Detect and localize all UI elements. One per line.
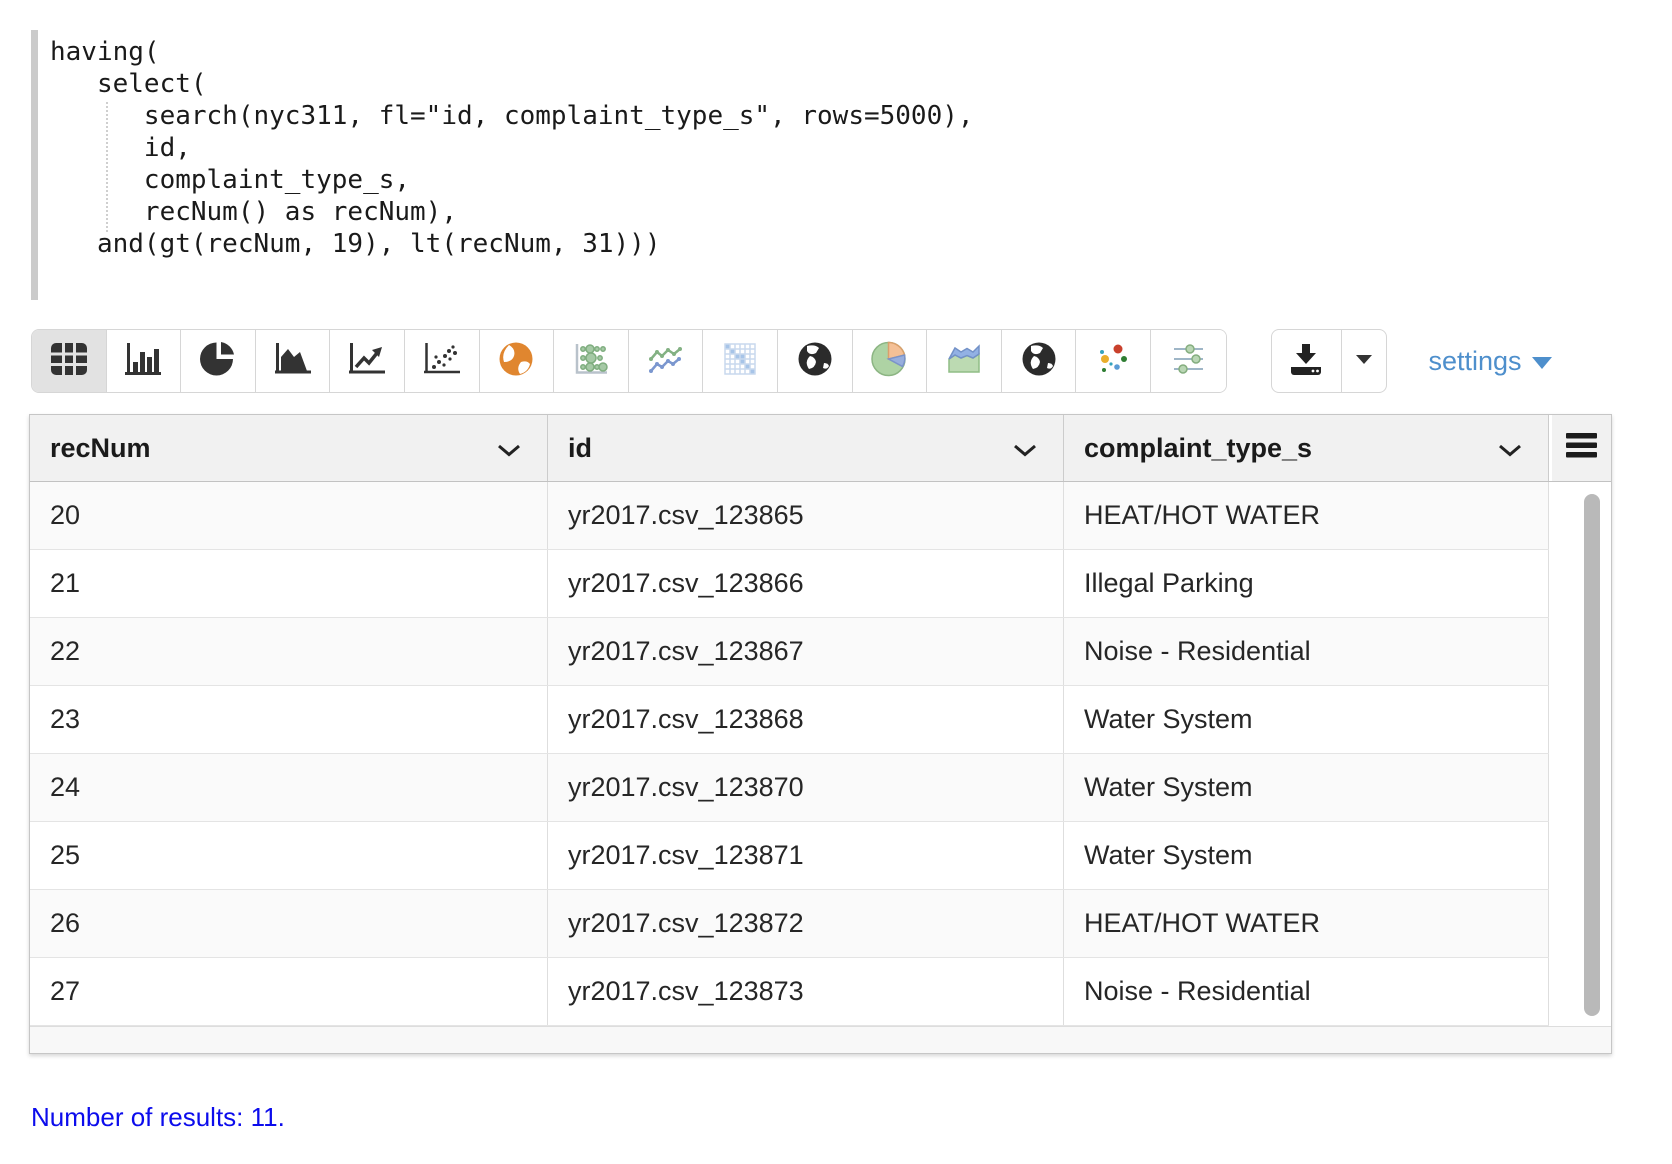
- viz-map-globe-orange-button[interactable]: [480, 330, 555, 392]
- viz-area-chart-button[interactable]: [256, 330, 331, 392]
- cell-recnum: 22: [30, 618, 548, 685]
- scatter-color-icon: [1093, 340, 1133, 383]
- area-chart-color-icon: [944, 340, 984, 383]
- chevron-down-icon[interactable]: [1498, 433, 1522, 464]
- settings-link[interactable]: settings: [1429, 346, 1552, 377]
- cell-complaint-type: Water System: [1064, 822, 1549, 889]
- table-row: 26 yr2017.csv_123872 HEAT/HOT WATER: [30, 890, 1549, 958]
- cell-id: yr2017.csv_123872: [548, 890, 1064, 957]
- column-label: complaint_type_s: [1084, 433, 1312, 464]
- viz-parallel-coordinates-button[interactable]: [1151, 330, 1226, 392]
- table-row: 27 yr2017.csv_123873 Noise - Residential: [30, 958, 1549, 1026]
- viz-table-button[interactable]: [32, 330, 107, 392]
- cell-recnum: 25: [30, 822, 548, 889]
- pie-chart-color-icon: [869, 339, 909, 384]
- table-row: 23 yr2017.csv_123868 Water System: [30, 686, 1549, 754]
- cell-recnum: 27: [30, 958, 548, 1025]
- cell-complaint-type: HEAT/HOT WATER: [1064, 482, 1549, 549]
- download-options-button[interactable]: [1342, 330, 1386, 392]
- horizontal-scroll-area: [30, 1026, 1611, 1053]
- table-row: 22 yr2017.csv_123867 Noise - Residential: [30, 618, 1549, 686]
- cell-id: yr2017.csv_123867: [548, 618, 1064, 685]
- table-row: 20 yr2017.csv_123865 HEAT/HOT WATER: [30, 482, 1549, 550]
- settings-label: settings: [1429, 346, 1522, 377]
- column-label: id: [568, 433, 592, 464]
- vertical-scrollbar[interactable]: [1549, 482, 1611, 1026]
- multi-line-chart-icon: [646, 340, 686, 383]
- viz-scatter-plot-button[interactable]: [405, 330, 480, 392]
- viz-globe-dark-button-2[interactable]: [1002, 330, 1077, 392]
- cell-complaint-type: Water System: [1064, 754, 1549, 821]
- download-icon: [1287, 342, 1325, 381]
- viz-bubble-matrix-button[interactable]: [554, 330, 629, 392]
- query-code[interactable]: having( select( search(nyc311, fl="id, c…: [50, 36, 974, 260]
- viz-multi-line-chart-button[interactable]: [629, 330, 704, 392]
- cell-complaint-type: Water System: [1064, 686, 1549, 753]
- query-editor[interactable]: having( select( search(nyc311, fl="id, c…: [31, 30, 988, 300]
- cell-complaint-type: Noise - Residential: [1064, 958, 1549, 1025]
- cell-complaint-type: Noise - Residential: [1064, 618, 1549, 685]
- scrollbar-thumb[interactable]: [1584, 494, 1600, 1016]
- chevron-down-icon[interactable]: [1013, 433, 1037, 464]
- cell-recnum: 21: [30, 550, 548, 617]
- globe-dark-icon: [1020, 340, 1058, 383]
- hamburger-menu-icon: [1566, 433, 1597, 463]
- area-chart-icon: [273, 340, 313, 383]
- cell-recnum: 23: [30, 686, 548, 753]
- cell-id: yr2017.csv_123871: [548, 822, 1064, 889]
- cell-id: yr2017.csv_123870: [548, 754, 1064, 821]
- cell-recnum: 26: [30, 890, 548, 957]
- scatter-plot-icon: [422, 340, 462, 383]
- table-header-row: recNum id complaint_type_s: [30, 415, 1611, 482]
- cell-id: yr2017.csv_123866: [548, 550, 1064, 617]
- download-button-group: [1271, 329, 1387, 393]
- viz-globe-dark-button-1[interactable]: [778, 330, 853, 392]
- table-body: 20 yr2017.csv_123865 HEAT/HOT WATER 21 y…: [30, 482, 1611, 1026]
- viz-heatmap-button[interactable]: [703, 330, 778, 392]
- parallel-coordinates-icon: [1168, 340, 1208, 383]
- table-row: 25 yr2017.csv_123871 Water System: [30, 822, 1549, 890]
- table-icon: [50, 342, 88, 381]
- table-row: 21 yr2017.csv_123866 Illegal Parking: [30, 550, 1549, 618]
- cell-complaint-type: HEAT/HOT WATER: [1064, 890, 1549, 957]
- viz-scatter-color-button[interactable]: [1076, 330, 1151, 392]
- line-chart-icon: [347, 340, 387, 383]
- result-table: recNum id complaint_type_s 20 yr2017.csv…: [29, 414, 1612, 1054]
- cell-id: yr2017.csv_123865: [548, 482, 1064, 549]
- cell-recnum: 20: [30, 482, 548, 549]
- pie-chart-icon: [198, 339, 238, 384]
- column-header-complaint-type[interactable]: complaint_type_s: [1064, 415, 1549, 481]
- table-rows: 20 yr2017.csv_123865 HEAT/HOT WATER 21 y…: [30, 482, 1549, 1026]
- indent-guide: [106, 102, 108, 232]
- visualization-toolbar: settings: [31, 329, 1552, 393]
- column-menu-button[interactable]: [1549, 415, 1611, 481]
- bar-chart-icon: [123, 340, 163, 383]
- column-header-recnum[interactable]: recNum: [30, 415, 548, 481]
- globe-orange-icon: [497, 340, 535, 383]
- column-header-id[interactable]: id: [548, 415, 1064, 481]
- settings-caret-icon: [1532, 357, 1552, 369]
- cell-complaint-type: Illegal Parking: [1064, 550, 1549, 617]
- cell-id: yr2017.csv_123868: [548, 686, 1064, 753]
- globe-dark-icon: [796, 340, 834, 383]
- cell-id: yr2017.csv_123873: [548, 958, 1064, 1025]
- viz-bar-chart-button[interactable]: [107, 330, 182, 392]
- viz-pie-chart-color-button[interactable]: [853, 330, 928, 392]
- viz-button-group: [31, 329, 1227, 393]
- chevron-down-icon[interactable]: [497, 433, 521, 464]
- viz-pie-chart-button[interactable]: [181, 330, 256, 392]
- viz-area-chart-color-button[interactable]: [927, 330, 1002, 392]
- results-count: Number of results: 11.: [31, 1102, 285, 1133]
- cell-recnum: 24: [30, 754, 548, 821]
- column-label: recNum: [50, 433, 151, 464]
- bubble-matrix-icon: [571, 340, 611, 383]
- download-button[interactable]: [1272, 330, 1342, 392]
- table-row: 24 yr2017.csv_123870 Water System: [30, 754, 1549, 822]
- heatmap-icon: [721, 341, 759, 382]
- viz-line-chart-button[interactable]: [330, 330, 405, 392]
- caret-down-icon: [1356, 352, 1372, 370]
